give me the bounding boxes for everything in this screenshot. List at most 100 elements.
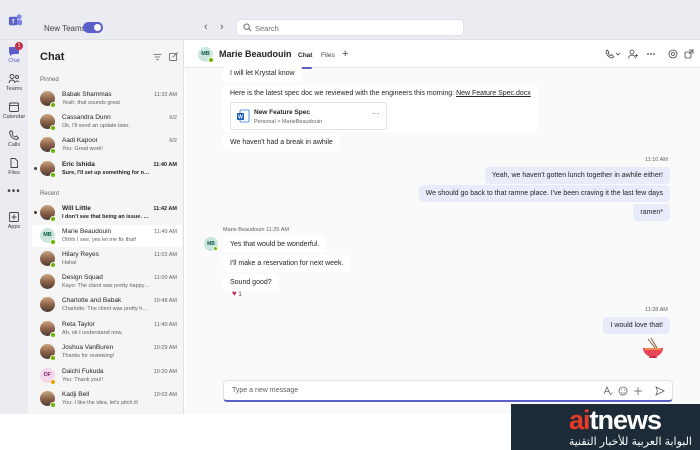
chat-item-kadji-bell[interactable]: Kadji Bell You: I like the idea, let's p… [32,388,182,410]
call-icon[interactable] [605,49,621,59]
message-text: Sound good? [230,279,272,286]
back-arrow-icon[interactable]: ‹ [204,21,208,33]
chat-preview: Thanks for reviewing! [62,353,115,359]
chat-time: 11:42 AM [153,206,177,212]
chat-item-will-little[interactable]: Will Little I don't see that being an is… [32,202,182,224]
filter-icon[interactable] [153,53,162,61]
chat-item-reta-taylor[interactable]: Reta Taylor Ah, ok I understand now. 11:… [32,318,182,340]
avatar [40,274,55,289]
teams-logo-icon: T [8,14,23,25]
forward-arrow-icon[interactable]: › [220,21,224,33]
presence-available [50,216,56,222]
message-text: We should go back to that ramne place. I… [425,190,663,197]
chat-time: 11:40 AM [153,162,177,168]
reaction-count: 1 [238,292,242,298]
more-options-icon[interactable] [646,49,656,59]
ramen-sticker-icon [643,337,663,358]
copilot-icon[interactable] [668,49,678,59]
app-rail: 1 Chat Teams Calendar Calls Files ••• Ap… [0,40,28,414]
presence-available [50,262,56,268]
chat-item-daichi-fukuda[interactable]: DF Daichi Fukuda You: Thank you!! 10:20 … [32,365,182,387]
chat-item-eric-ishida[interactable]: Eric Ishida Sure, I'll set up something … [32,158,182,180]
tab-chat[interactable]: Chat [298,52,313,69]
chat-name: Hilary Reyes [62,251,99,258]
new-teams-toggle[interactable] [83,22,103,33]
chat-preview: You: Thank you!! [62,377,103,383]
aitnews-watermark: aitnews البوابة العربية للأخبار التقنية [511,404,700,450]
message-incoming: I'll make a reservation for next week. [223,255,351,272]
chat-item-charlotte-and-babak[interactable]: Charlotte and Babak Charlotte: The clien… [32,294,182,316]
file-name: New Feature Spec [254,109,310,116]
rail-item-teams[interactable]: Teams [0,73,28,92]
chat-time: 6/2 [169,115,177,121]
conversation-pane: MB Marie Beaudouin Chat Files + I will l… [185,40,700,414]
chat-item-aadi-kapoor[interactable]: Aadi Kapoor You: Great work! 6/2 [32,134,182,156]
chat-item-marie-beaudouin[interactable]: MB Marie Beaudouin Ohhh I see, yes let m… [32,225,182,247]
file-more-icon[interactable]: ··· [372,109,380,118]
message-outgoing: I would love that! [603,317,670,334]
compose-input[interactable]: Type a new message [232,387,298,394]
more-apps-icon[interactable]: ••• [0,186,28,197]
rail-item-calls[interactable]: Calls [0,129,28,148]
add-tab-button[interactable]: + [342,48,348,60]
message-outgoing: ramen* [633,204,670,221]
chat-time: 10:48 AM [153,298,177,304]
search-icon [243,23,252,32]
presence-available [50,402,56,408]
add-people-icon[interactable] [628,49,638,59]
chat-time: 10:20 AM [153,369,177,375]
chat-name: Daichi Fukuda [62,368,104,375]
chat-preview: Ah, ok I understand now. [62,330,123,336]
emoji-icon[interactable] [618,386,628,396]
rail-label-calls: Calls [7,142,21,148]
search-input[interactable]: Search [255,24,279,33]
aitnews-tagline: البوابة العربية للأخبار التقنية [568,436,692,448]
unread-dot [34,211,37,214]
message-text: I would love that! [610,322,663,329]
teams-icon [8,74,20,84]
search-box[interactable]: Search [236,19,464,36]
file-path: Personal > MarieBeaudouin [254,119,323,125]
presence-available [50,102,56,108]
send-icon[interactable] [655,386,665,396]
rail-label-calendar: Calendar [2,114,26,120]
chat-item-design-squad[interactable]: Design Squad Kayo: The client was pretty… [32,271,182,293]
rail-item-apps[interactable]: Apps [0,211,28,230]
chat-name: Design Squad [62,274,103,281]
chat-item-joshua-vanburen[interactable]: Joshua VanBuren Thanks for reviewing! 10… [32,341,182,363]
new-chat-icon[interactable] [169,52,178,61]
tab-files[interactable]: Files [321,52,335,59]
message-composer[interactable]: Type a new message [223,380,673,402]
file-link[interactable]: New Feature Spec.docx [456,90,531,97]
popout-icon[interactable] [684,49,694,59]
attach-plus-icon[interactable] [633,386,643,396]
message-sender-meta: Marie Beaudouin 11:25 AM [223,227,289,233]
chat-item-babak-shammas[interactable]: Babak Shammas Yeah, that sounds great 11… [32,88,182,110]
chat-list-panel: Chat Pinned Babak Shammas Yeah, that sou… [28,40,184,414]
chat-preview: Ohhh I see, yes let me fix that! [62,237,137,243]
chat-item-hilary-reyes[interactable]: Hilary Reyes Haha! 11:02 AM [32,248,182,270]
message-incoming: Yes that would be wonderful. [223,236,327,253]
rail-item-calendar[interactable]: Calendar [0,101,28,120]
chat-name: Babak Shammas [62,91,112,98]
svg-text:T: T [11,19,15,25]
presence-available [50,148,56,154]
rail-label-teams: Teams [5,86,23,92]
message-text: Here is the latest spec doc we reviewed … [230,90,457,97]
chat-time: 11:02 AM [154,252,177,258]
message-outgoing: We should go back to that ramne place. I… [418,185,670,202]
reaction-heart[interactable]: ♥ 1 [232,289,242,298]
message-timestamp: 11:10 AM [645,157,668,163]
chat-time: 11:40 AM [154,322,177,328]
chat-item-cassandra-dunn[interactable]: Cassandra Dunn Ok, I'll send an update l… [32,111,182,133]
rail-item-files[interactable]: Files [0,157,28,176]
new-teams-label: New Teams [44,24,86,33]
chat-preview: Yeah, that sounds great [62,100,120,106]
file-attachment-card[interactable]: W New Feature Spec Personal > MarieBeaud… [230,102,387,130]
chat-name: Kadji Bell [62,391,90,398]
chat-name: Joshua VanBuren [62,344,114,351]
chat-list-title: Chat [40,51,65,63]
rail-item-chat[interactable]: 1 Chat [0,42,28,64]
chat-name: Cassandra Dunn [62,114,111,121]
format-icon[interactable] [603,386,613,396]
